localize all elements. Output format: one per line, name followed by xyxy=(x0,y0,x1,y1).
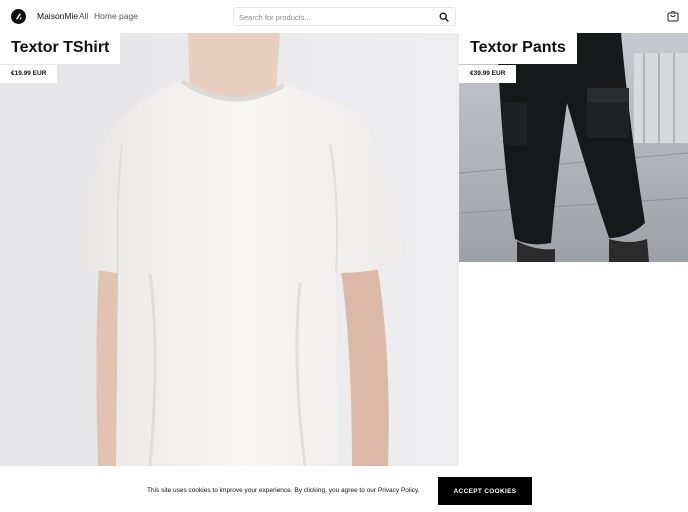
logo-icon[interactable] xyxy=(11,9,26,24)
cookie-notice-text: This site uses cookies to improve your e… xyxy=(147,487,420,494)
accept-cookies-button[interactable]: ACCEPT COOKIES xyxy=(438,477,532,505)
white-tshirt-photo xyxy=(0,33,459,466)
product-title[interactable]: Textor TShirt xyxy=(0,33,121,64)
cookie-banner: This site uses cookies to improve your e… xyxy=(0,466,688,512)
search-icon[interactable] xyxy=(439,12,449,22)
nav-link-home-page[interactable]: Home page xyxy=(94,11,138,21)
product-title[interactable]: Textor Pants xyxy=(459,33,577,64)
site-header: MaisonMie All Home page xyxy=(0,0,688,33)
search-input[interactable] xyxy=(239,10,434,24)
product-price: €39.99 EUR xyxy=(459,65,517,83)
product-card-tshirt[interactable]: Textor TShirt €19.99 EUR xyxy=(0,33,459,466)
shopping-bag-icon[interactable] xyxy=(667,10,679,22)
nav-link-all[interactable]: All xyxy=(79,11,88,21)
brand-name[interactable]: MaisonMie xyxy=(37,11,78,21)
search-box xyxy=(233,7,456,26)
product-price: €19.99 EUR xyxy=(0,65,58,83)
product-card-pants[interactable]: Textor Pants €39.99 EUR xyxy=(459,33,688,262)
